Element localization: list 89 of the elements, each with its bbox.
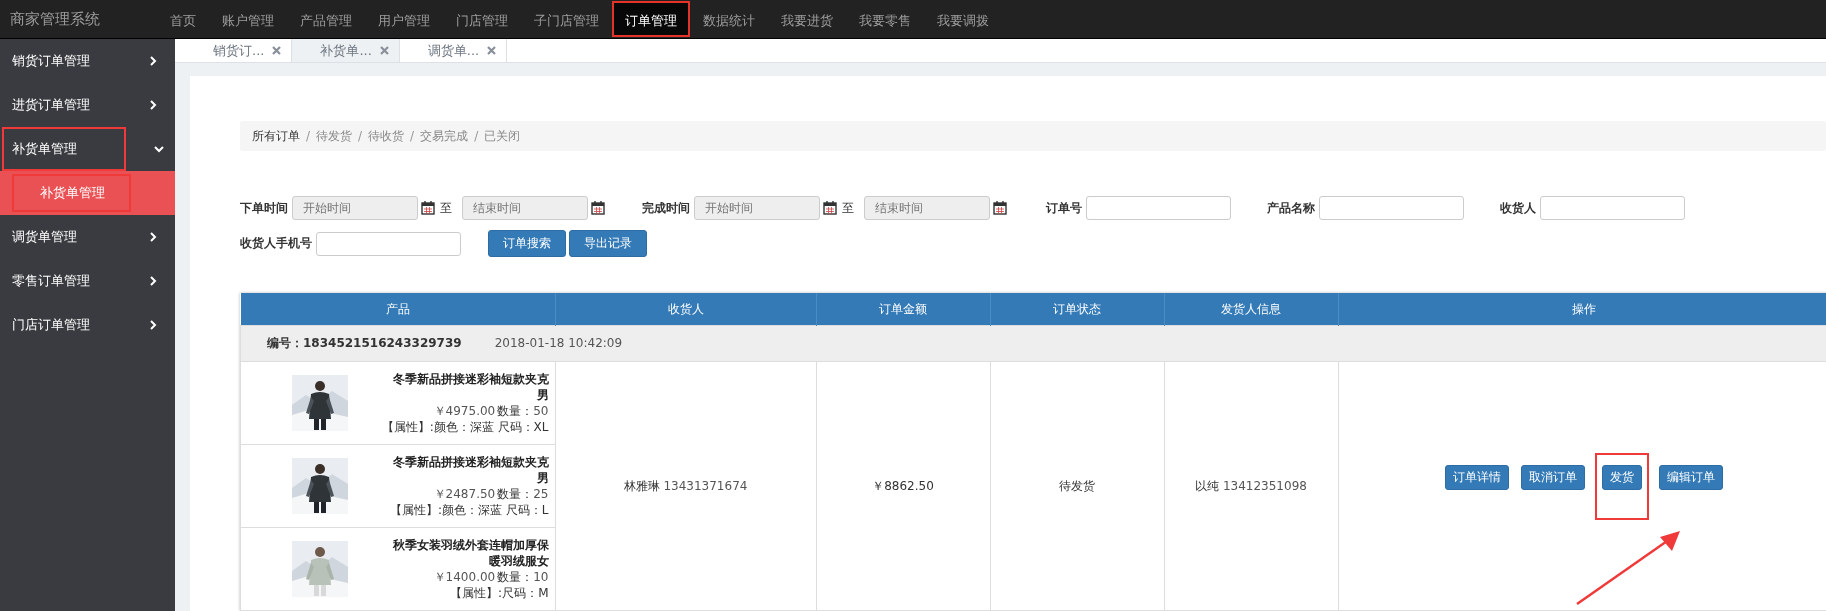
receiver-phone: 13431371674: [663, 478, 748, 493]
quantity-value: 50: [533, 404, 549, 418]
chevron-icon: [149, 56, 157, 66]
range-separator: 至: [842, 199, 854, 217]
product-attributes: 【属性】:颜色：深蓝 尺码：XL: [381, 419, 549, 435]
column-header: 订单金额: [816, 293, 990, 326]
column-header: 操作: [1338, 293, 1826, 326]
column-header: 收货人: [555, 293, 816, 326]
action-button[interactable]: 取消订单: [1520, 464, 1585, 490]
breadcrumb-link[interactable]: 待收货: [368, 127, 405, 145]
text-field[interactable]: [1086, 196, 1231, 220]
product-title: 冬季新品拼接迷彩袖短款夹克男: [391, 454, 549, 486]
calendar-icon[interactable]: [993, 201, 1007, 215]
chevron-icon: [149, 320, 157, 330]
separator: /: [474, 129, 479, 143]
nav-link[interactable]: 产品管理: [287, 1, 365, 37]
quantity-label: 数量：: [497, 404, 534, 418]
nav-link[interactable]: 账户管理: [209, 1, 287, 37]
product-title: 秋季女装羽绒外套连帽加厚保暖羽绒服女: [391, 537, 549, 569]
product-price: ￥1400.00: [433, 570, 496, 584]
chevron-icon: [154, 145, 164, 153]
nav-link[interactable]: 我要调拨: [924, 1, 1002, 37]
nav-link[interactable]: 首页: [157, 1, 209, 37]
close-icon[interactable]: [379, 46, 389, 55]
separator: /: [410, 129, 415, 143]
field-label: 收货人: [1500, 199, 1536, 217]
quantity-value: 25: [533, 487, 549, 501]
action-button[interactable]: 订单搜索: [488, 230, 566, 257]
calendar-icon[interactable]: [823, 201, 837, 215]
separator: /: [358, 129, 363, 143]
quantity-value: 10: [533, 570, 549, 584]
action-button[interactable]: 发货: [1601, 464, 1642, 490]
nav-link[interactable]: 门店管理: [443, 1, 521, 37]
field-label: 收货人手机号: [240, 235, 312, 252]
order-number: 编号：1834521516243329739: [267, 336, 462, 350]
nav-link[interactable]: 我要零售: [846, 1, 924, 37]
action-button[interactable]: 订单详情: [1444, 464, 1509, 490]
nav-link[interactable]: 用户管理: [365, 1, 443, 37]
sender-name: 以纯: [1195, 478, 1220, 493]
text-field[interactable]: [316, 231, 461, 256]
quantity-label: 数量：: [497, 487, 534, 501]
receiver-name: 林雅琳: [623, 478, 660, 493]
sidebar-subitem[interactable]: 补货单管理: [12, 174, 131, 212]
sidebar-item[interactable]: 调货单管理: [2, 215, 173, 259]
breadcrumb-link[interactable]: 已关闭: [484, 127, 521, 145]
calendar-icon[interactable]: [421, 201, 435, 215]
text-field[interactable]: [1540, 196, 1685, 220]
separator: /: [306, 129, 311, 143]
product-title: 冬季新品拼接迷彩袖短款夹克男: [391, 371, 549, 403]
nav-link[interactable]: 我要进货: [768, 1, 846, 37]
chevron-icon: [149, 276, 157, 286]
sidebar-item[interactable]: 进货订单管理: [2, 83, 173, 127]
order-amount: ￥8862.50: [872, 478, 934, 493]
product-attributes: 【属性】:颜色：深蓝 尺码：L: [389, 502, 549, 518]
order-date: 2018-01-18 10:42:09: [494, 336, 623, 350]
product-price: ￥2487.50: [433, 487, 496, 501]
sidebar-item[interactable]: 零售订单管理: [2, 259, 173, 303]
breadcrumb-link[interactable]: 交易完成: [420, 127, 469, 145]
range-separator: 至: [440, 199, 452, 217]
close-icon[interactable]: [272, 46, 282, 55]
sidebar-item[interactable]: 销货订单管理: [2, 39, 173, 83]
chevron-icon: [149, 232, 157, 242]
field-label: 完成时间: [642, 199, 690, 217]
tab[interactable]: 补货单...: [292, 39, 400, 62]
text-field[interactable]: [1319, 196, 1464, 220]
action-button[interactable]: 编辑订单: [1658, 464, 1723, 490]
column-header: 产品: [240, 293, 555, 326]
brand-title: 商家管理系统: [10, 9, 101, 29]
column-header: 发货人信息: [1164, 293, 1338, 326]
order-status: 待发货: [1059, 478, 1095, 493]
product-attributes: 【属性】:尺码：M: [450, 585, 549, 601]
close-icon[interactable]: [487, 46, 497, 55]
quantity-label: 数量：: [497, 570, 534, 584]
breadcrumb-link[interactable]: 所有订单: [252, 127, 300, 145]
calendar-icon[interactable]: [591, 201, 605, 215]
nav-link[interactable]: 订单管理: [612, 1, 690, 37]
nav-link[interactable]: 数据统计: [690, 1, 768, 37]
breadcrumb-link[interactable]: 待发货: [316, 127, 353, 145]
nav-link[interactable]: 子门店管理: [521, 1, 612, 37]
tab[interactable]: 调货单...: [399, 39, 508, 62]
action-button[interactable]: 导出记录: [569, 230, 647, 257]
sidebar-item[interactable]: 门店订单管理: [2, 303, 173, 347]
column-header: 订单状态: [990, 293, 1164, 326]
product-price: ￥4975.00: [433, 404, 496, 418]
field-label: 下单时间: [240, 199, 288, 217]
sender-phone: 13412351098: [1222, 478, 1307, 493]
field-label: 产品名称: [1267, 199, 1315, 217]
chevron-icon: [149, 100, 157, 110]
field-label: 订单号: [1046, 199, 1082, 217]
